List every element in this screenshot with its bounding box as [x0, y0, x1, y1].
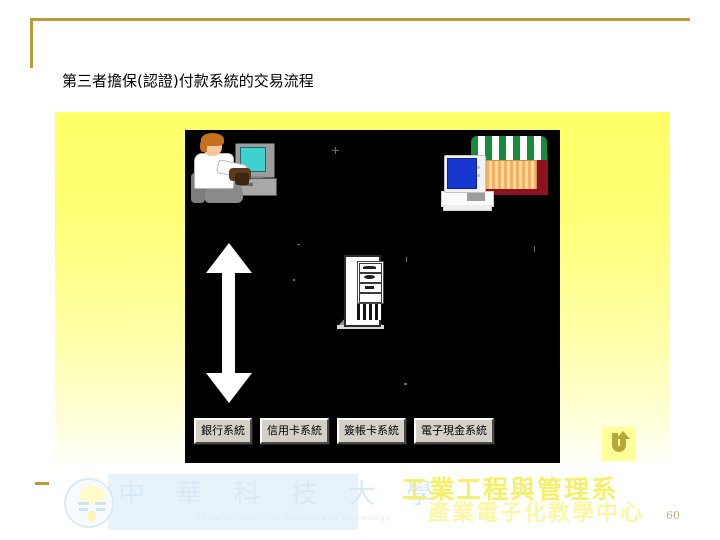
person-hands-shape [235, 173, 249, 185]
seal-bar-shape [79, 508, 88, 511]
bank-system-button[interactable]: 銀行系統 [194, 418, 252, 444]
university-seal-icon [64, 478, 114, 528]
server-body-shape [344, 255, 384, 327]
merchant-screen-shape [447, 158, 477, 189]
page-title: 第三者擔保(認證)付款系統的交易流程 [62, 72, 314, 90]
electronic-cash-system-button[interactable]: 電子現金系統 [414, 418, 494, 444]
server-drive-slot [363, 266, 376, 269]
seal-bar-shape [96, 508, 105, 511]
stage-speckle [404, 383, 407, 385]
department-name-line1: 工業工程與管理系 [402, 475, 619, 504]
arrow-head-down-shape [206, 373, 252, 403]
stage-speckle [293, 279, 295, 281]
diagram-stage: 銀行系統 信用卡系統 簽帳卡系統 電子現金系統 [185, 130, 560, 463]
vertical-double-arrow-icon [202, 243, 256, 403]
university-name-chinese: 中 華 科 技 大 學 [118, 479, 444, 510]
stage-speckle [534, 246, 535, 252]
server-tower-icon [337, 255, 385, 332]
seal-bar-shape [95, 502, 106, 505]
payment-system-button-row: 銀行系統 信用卡系統 簽帳卡系統 電子現金系統 [194, 418, 554, 444]
merchant-monitor-button [477, 166, 480, 169]
store-front-shape [485, 160, 537, 191]
department-name-line2: 產業電子化教學中心 [428, 501, 645, 526]
return-arrow-icon [612, 431, 630, 452]
slide-number: 60 [666, 509, 680, 522]
arrow-head-up-shape [206, 243, 252, 273]
merchant-storefront-icon [441, 136, 548, 220]
store-base-shape [485, 189, 548, 195]
seal-drop-shape [87, 511, 96, 522]
university-name-english: China University of Science and Technolo… [196, 514, 391, 522]
arrow-shaft-shape [222, 271, 235, 375]
seal-bar-shape [78, 502, 89, 505]
person-hair-shape [200, 139, 207, 152]
customer-at-computer-icon [191, 133, 287, 217]
decorative-left-dash [35, 482, 49, 485]
credit-card-system-button[interactable]: 信用卡系統 [260, 418, 329, 444]
footer-watermark: 中 華 科 技 大 學 China University of Science … [56, 473, 716, 535]
merchant-monitor-button [477, 174, 480, 177]
server-drive-slot [364, 275, 375, 279]
server-drive-bay [359, 293, 382, 303]
return-button[interactable] [602, 427, 636, 461]
stage-speckle [406, 257, 407, 262]
stage-speckle [297, 244, 300, 245]
merchant-computer-panel-shape [467, 193, 485, 201]
merchant-computer-feet-shape [443, 205, 492, 211]
stage-speckle [332, 150, 339, 151]
server-drive-slot [365, 286, 374, 289]
decorative-corner-frame [30, 18, 690, 68]
server-vent-grille [357, 304, 382, 320]
debit-card-system-button[interactable]: 簽帳卡系統 [337, 418, 406, 444]
